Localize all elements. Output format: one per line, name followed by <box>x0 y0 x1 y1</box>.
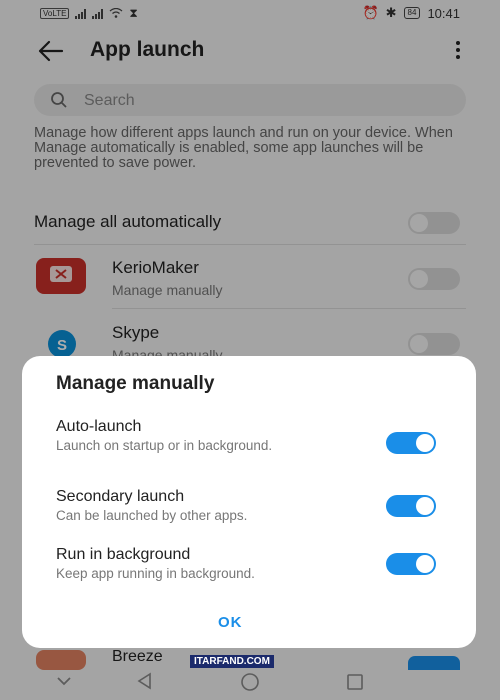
dialog-title: Manage manually <box>56 373 215 394</box>
watermark: ITARFAND.COM <box>190 655 274 668</box>
option-title: Auto-launch <box>56 418 142 435</box>
option-subtitle: Can be launched by other apps. <box>56 508 248 523</box>
option-auto-launch[interactable]: Auto-launch Launch on startup or in back… <box>56 418 366 453</box>
manage-manually-dialog: Manage manually Auto-launch Launch on st… <box>22 356 476 648</box>
app-launch-screen: VoLTE ⧗ ⏰ ✱ 84 10:41 App launch Manage h… <box>0 0 500 700</box>
option-secondary-launch[interactable]: Secondary launch Can be launched by othe… <box>56 488 366 523</box>
option-subtitle: Launch on startup or in background. <box>56 438 273 453</box>
option-title: Run in background <box>56 546 191 563</box>
ok-button[interactable]: OK <box>218 614 243 631</box>
option-subtitle: Keep app running in background. <box>56 566 255 581</box>
option-run-in-background[interactable]: Run in background Keep app running in ba… <box>56 546 366 581</box>
auto-launch-toggle[interactable] <box>386 432 436 454</box>
secondary-launch-toggle[interactable] <box>386 495 436 517</box>
option-title: Secondary launch <box>56 488 185 505</box>
run-in-background-toggle[interactable] <box>386 553 436 575</box>
